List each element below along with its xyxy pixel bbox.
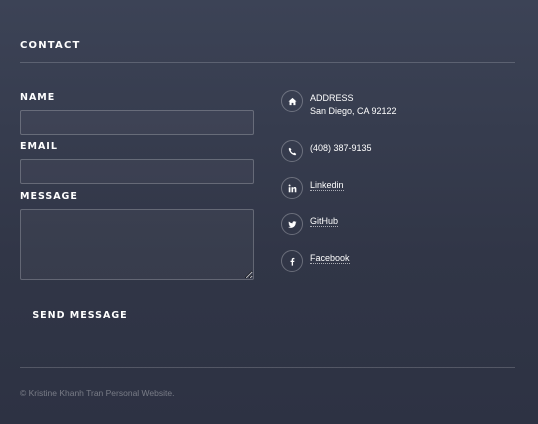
- linkedin-link[interactable]: Linkedin: [310, 180, 344, 191]
- github-link[interactable]: GitHub: [310, 216, 339, 227]
- send-message-button[interactable]: SEND MESSAGE: [20, 303, 140, 327]
- twitter-icon: [281, 213, 303, 235]
- name-label: NAME: [20, 92, 56, 103]
- address-title: ADDRESS: [310, 93, 354, 103]
- email-label: EMAIL: [20, 141, 58, 152]
- linkedin-icon: [281, 177, 303, 199]
- email-input[interactable]: [20, 159, 254, 184]
- facebook-link[interactable]: Facebook: [310, 253, 350, 264]
- footer-copyright: © Kristine Khanh Tran Personal Website.: [20, 388, 175, 398]
- send-message-label: SEND MESSAGE: [32, 309, 128, 321]
- phone-icon: [281, 140, 303, 162]
- message-label: MESSAGE: [20, 191, 78, 202]
- contact-heading: CONTACT: [20, 40, 81, 51]
- address-line: San Diego, CA 92122: [310, 106, 397, 116]
- phone-number: (408) 387-9135: [310, 143, 372, 153]
- home-icon: [281, 90, 303, 112]
- bottom-divider: [20, 367, 515, 368]
- message-textarea[interactable]: [20, 209, 254, 280]
- name-input[interactable]: [20, 110, 254, 135]
- facebook-icon: [281, 250, 303, 272]
- top-divider: [20, 62, 515, 63]
